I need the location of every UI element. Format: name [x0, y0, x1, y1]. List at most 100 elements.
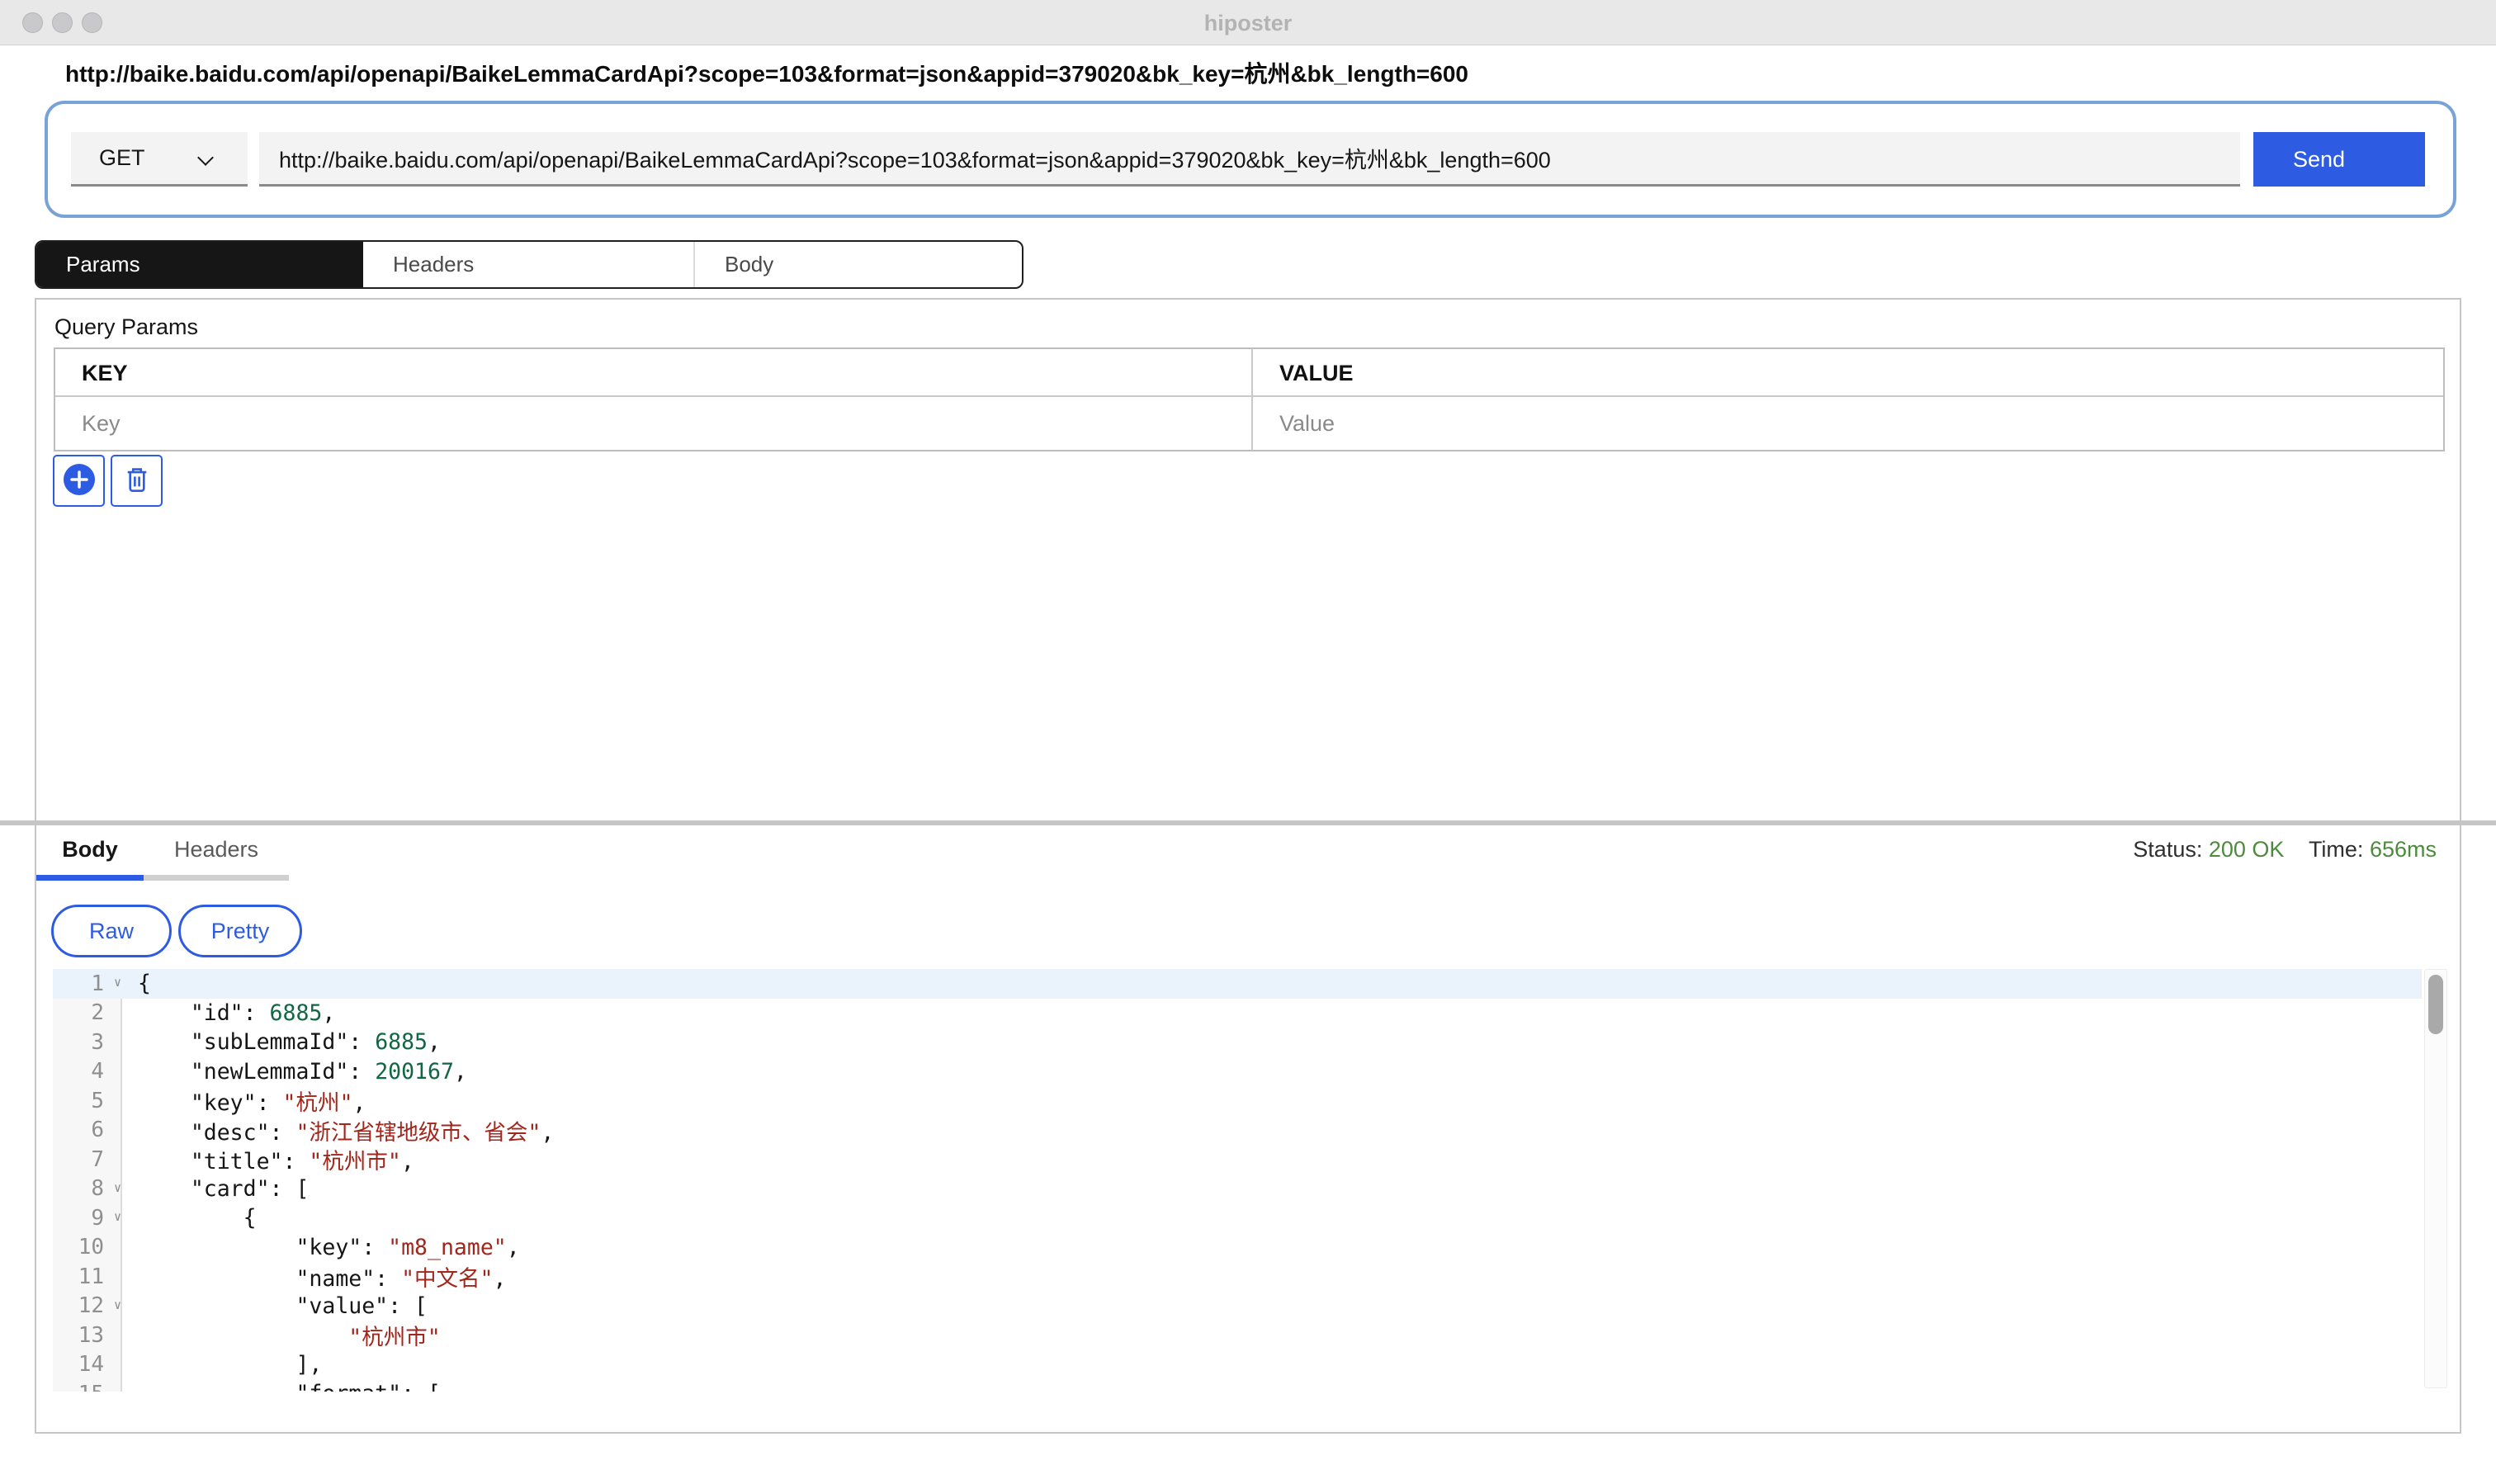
gutter-cell: 10 — [53, 1233, 122, 1263]
line-number: 6 — [91, 1118, 104, 1142]
line-number: 5 — [91, 1089, 104, 1113]
key-column-header: KEY — [82, 349, 128, 397]
code-editor[interactable]: 1∨{2 "id": 6885,3 "subLemmaId": 6885,4 "… — [53, 969, 2422, 1392]
code-line: 6 "desc": "浙江省辖地级市、省会", — [53, 1116, 2422, 1146]
line-number: 1 — [91, 971, 104, 996]
gutter-cell: 4 — [53, 1057, 122, 1087]
code-line-text: "杭州市" — [122, 1319, 441, 1351]
line-number: 11 — [78, 1264, 104, 1289]
tab-params[interactable]: Params — [36, 242, 363, 287]
fold-toggle-icon[interactable]: ∨ — [114, 976, 121, 989]
gutter-cell: 6 — [53, 1116, 122, 1146]
line-number: 13 — [78, 1323, 104, 1348]
gutter-cell: 13 — [53, 1321, 122, 1350]
code-line-text: "title": "杭州市", — [122, 1143, 414, 1175]
line-number: 10 — [78, 1235, 104, 1260]
chevron-down-icon — [197, 149, 214, 166]
line-number: 9 — [91, 1206, 104, 1231]
line-number: 2 — [91, 1000, 104, 1025]
params-panel: Query Params KEY VALUE — [35, 298, 2461, 820]
code-line-text: { — [122, 971, 151, 996]
method-select-value: GET — [99, 145, 145, 171]
gutter-cell: 2 — [53, 999, 122, 1028]
line-number: 7 — [91, 1147, 104, 1172]
code-line-text: "id": 6885, — [122, 1000, 335, 1026]
tab-body[interactable]: Body — [693, 242, 1022, 287]
status-value: 200 OK — [2209, 837, 2285, 862]
editor-scrollbar[interactable] — [2424, 969, 2447, 1388]
table-header-row — [55, 349, 2443, 397]
gutter-cell: 5 — [53, 1086, 122, 1116]
code-line: 13 "杭州市" — [53, 1321, 2422, 1350]
response-tab-headers[interactable]: Headers — [144, 832, 289, 867]
code-line-text: "card": [ — [122, 1176, 309, 1202]
line-number: 14 — [78, 1352, 104, 1377]
response-panel: Body Headers Status: 200 OK Time: 656ms … — [35, 825, 2461, 1434]
column-divider — [1251, 349, 1253, 450]
url-input[interactable] — [259, 132, 2240, 187]
delete-param-button[interactable] — [111, 455, 163, 507]
query-params-table: KEY VALUE — [54, 347, 2445, 451]
status-label: Status: — [2133, 837, 2202, 862]
send-button[interactable]: Send — [2253, 132, 2425, 187]
code-line-text: ], — [122, 1352, 322, 1378]
gutter-cell: 14 — [53, 1350, 122, 1380]
scrollbar-thumb[interactable] — [2428, 975, 2443, 1034]
line-number: 8 — [91, 1176, 104, 1201]
code-line: 11 "name": "中文名", — [53, 1262, 2422, 1292]
fold-toggle-icon[interactable]: ∨ — [114, 1211, 121, 1223]
code-line: 10 "key": "m8_name", — [53, 1233, 2422, 1263]
code-line-text: { — [122, 1205, 257, 1231]
add-param-button[interactable] — [53, 455, 105, 507]
title-bar: hiposter — [0, 0, 2496, 45]
time-label: Time: — [2309, 837, 2364, 862]
pretty-view-button[interactable]: Pretty — [178, 905, 302, 957]
code-line-text: "key": "杭州", — [122, 1085, 366, 1117]
fold-toggle-icon[interactable]: ∨ — [114, 1299, 121, 1311]
tab-headers[interactable]: Headers — [363, 242, 693, 287]
value-column-header: VALUE — [1279, 349, 1354, 397]
code-line-text: "newLemmaId": 200167, — [122, 1059, 467, 1085]
trash-icon — [121, 464, 153, 498]
plus-icon — [63, 463, 96, 499]
gutter-cell: 11 — [53, 1262, 122, 1292]
code-line: 15 "format": [ — [53, 1379, 2422, 1392]
method-select[interactable]: GET — [71, 132, 248, 187]
code-line: 1∨{ — [53, 969, 2422, 999]
code-line-text: "subLemmaId": 6885, — [122, 1029, 441, 1055]
active-tab-underline — [36, 875, 144, 881]
code-line: 2 "id": 6885, — [53, 999, 2422, 1028]
line-number: 12 — [78, 1293, 104, 1318]
line-number: 3 — [91, 1030, 104, 1055]
time-value: 656ms — [2370, 837, 2437, 862]
code-line: 9 ∨ { — [53, 1203, 2422, 1233]
line-number: 15 — [78, 1382, 104, 1392]
app-window: hiposter http://baike.baidu.com/api/open… — [0, 0, 2496, 1484]
request-url-heading: http://baike.baidu.com/api/openapi/Baike… — [65, 56, 1468, 89]
code-line: 7 "title": "杭州市", — [53, 1145, 2422, 1174]
status-bar: Status: 200 OK Time: 656ms — [2133, 837, 2437, 863]
response-tab-body[interactable]: Body — [36, 832, 144, 867]
gutter-cell: 7 — [53, 1145, 122, 1174]
gutter-cell: 8∨ — [53, 1174, 122, 1204]
gutter-cell: 12 ∨ — [53, 1292, 122, 1321]
param-key-input[interactable] — [82, 400, 1221, 447]
line-number: 4 — [91, 1059, 104, 1084]
gutter-cell: 3 — [53, 1028, 122, 1057]
query-params-title: Query Params — [54, 314, 198, 340]
code-line: 3 "subLemmaId": 6885, — [53, 1028, 2422, 1057]
fold-toggle-icon[interactable]: ∨ — [114, 1182, 121, 1194]
code-line-text: "desc": "浙江省辖地级市、省会", — [122, 1114, 554, 1146]
code-line-text: "name": "中文名", — [122, 1260, 506, 1293]
code-line: 12 ∨ "value": [ — [53, 1292, 2422, 1321]
request-panel: GET Send — [45, 101, 2456, 218]
code-lines: 1∨{2 "id": 6885,3 "subLemmaId": 6885,4 "… — [53, 969, 2422, 1392]
window-title: hiposter — [0, 11, 2496, 36]
code-line: 8∨ "card": [ — [53, 1174, 2422, 1204]
raw-view-button[interactable]: Raw — [51, 905, 172, 957]
param-value-input[interactable] — [1279, 400, 2418, 447]
code-line-text: "value": [ — [122, 1293, 428, 1319]
gutter-cell: 1∨ — [53, 969, 122, 999]
inactive-tab-underline — [144, 875, 289, 881]
code-line-text: "key": "m8_name", — [122, 1235, 520, 1260]
